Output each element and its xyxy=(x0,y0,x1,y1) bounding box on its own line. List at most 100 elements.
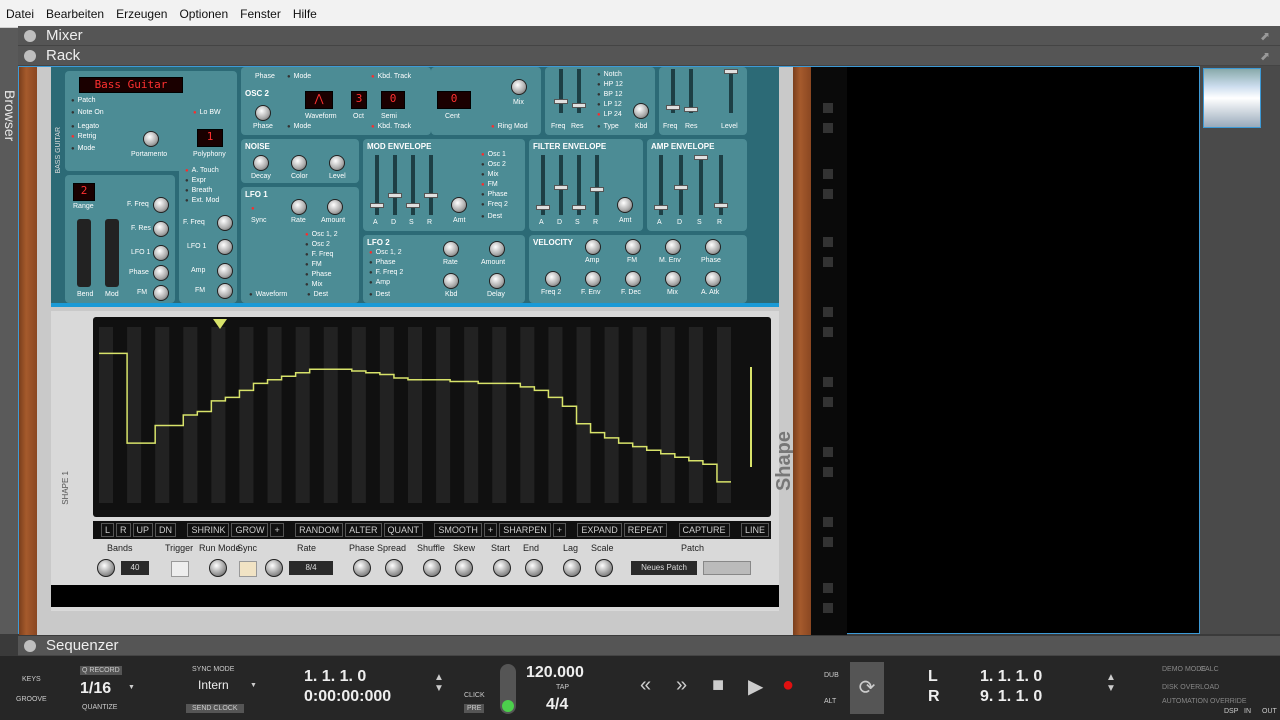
vel-mix-knob[interactable] xyxy=(665,271,681,287)
lfo1-dest-ffreq[interactable]: F. Freq xyxy=(305,251,334,258)
shift-left-button[interactable]: L xyxy=(101,523,115,537)
rack-overview-minimap[interactable] xyxy=(1200,66,1280,634)
grow-button[interactable]: GROW xyxy=(231,523,269,537)
phase-wheel-knob[interactable] xyxy=(153,265,169,281)
trigger-button[interactable] xyxy=(171,561,189,577)
loop-left-position[interactable]: 1. 1. 1. 0 xyxy=(980,668,1042,686)
lfo2-rate-knob[interactable] xyxy=(443,241,459,257)
sync-mode-value[interactable]: Intern xyxy=(198,678,229,692)
ring-mod-toggle[interactable]: Ring Mod xyxy=(491,123,528,130)
capture-button[interactable]: CAPTURE xyxy=(678,523,730,537)
mod-env-s-fader[interactable] xyxy=(406,155,420,215)
at-fm-knob[interactable] xyxy=(217,283,233,299)
portamento-knob[interactable] xyxy=(143,131,159,147)
noise-decay-knob[interactable] xyxy=(253,155,269,171)
rack-toggle-dot[interactable] xyxy=(24,49,36,62)
stop-icon[interactable]: ■ xyxy=(712,674,724,697)
menu-erzeugen[interactable]: Erzeugen xyxy=(110,0,173,28)
play-icon[interactable]: ▶ xyxy=(748,674,763,699)
mod-env-dest-freq2[interactable]: Freq 2 xyxy=(481,201,508,208)
time-signature[interactable]: 4/4 xyxy=(546,696,568,714)
shape-display[interactable] xyxy=(93,317,771,517)
mod-env-d-fader[interactable] xyxy=(388,155,402,215)
patch-browse-buttons[interactable] xyxy=(703,561,751,575)
menu-optionen[interactable]: Optionen xyxy=(173,0,234,28)
osc2-waveform-display[interactable]: ⋀ xyxy=(305,91,333,109)
amp-env-a-fader[interactable] xyxy=(654,155,668,215)
menu-bearbeiten[interactable]: Bearbeiten xyxy=(40,0,110,28)
at-f-freq-knob[interactable] xyxy=(217,215,233,231)
spread-knob[interactable] xyxy=(385,559,403,577)
expand-button[interactable]: EXPAND xyxy=(577,523,622,537)
quantize-dropdown-icon[interactable]: ▼ xyxy=(128,684,135,691)
filter-type-lp24[interactable]: LP 24 xyxy=(597,111,622,118)
lfo1-dest-osc12[interactable]: Osc 1, 2 xyxy=(305,231,338,238)
filter-type-button[interactable]: Type xyxy=(597,123,619,130)
osc2-cent-display[interactable]: 0 xyxy=(437,91,471,109)
noise-level-knob[interactable] xyxy=(329,155,345,171)
fast-forward-icon[interactable]: » xyxy=(676,674,687,697)
osc1-kbd-track[interactable]: Kbd. Track xyxy=(371,73,411,80)
pitch-bend-wheel[interactable] xyxy=(77,219,91,287)
lfo1-dest-phase[interactable]: Phase xyxy=(305,271,332,278)
filter2-freq-fader[interactable] xyxy=(666,69,680,113)
browser-strip[interactable]: Browser xyxy=(0,28,18,634)
random-button[interactable]: RANDOM xyxy=(295,523,344,537)
menu-datei[interactable]: Datei xyxy=(0,0,40,28)
sync-button[interactable] xyxy=(239,561,257,577)
mod-env-dest-osc2[interactable]: Osc 2 xyxy=(481,161,506,168)
filter-type-notch[interactable]: Notch xyxy=(597,71,622,78)
smooth-button[interactable]: SMOOTH xyxy=(434,523,482,537)
legato-option[interactable]: Legato xyxy=(71,123,99,130)
mod-env-dest-osc1[interactable]: Osc 1 xyxy=(481,151,506,158)
vel-freq2-knob[interactable] xyxy=(545,271,561,287)
filter1-res-fader[interactable] xyxy=(572,69,586,113)
rate-knob[interactable] xyxy=(265,559,283,577)
osc2-kbd-track[interactable]: Kbd. Track xyxy=(371,123,411,130)
osc2-semi-display[interactable]: 0 xyxy=(381,91,405,109)
lfo1-dest-osc2[interactable]: Osc 2 xyxy=(305,241,330,248)
a-touch-option[interactable]: A. Touch xyxy=(185,167,219,174)
mod-wheel[interactable] xyxy=(105,219,119,287)
click-level-slider[interactable] xyxy=(500,664,516,714)
run-mode-knob[interactable] xyxy=(209,559,227,577)
sharpen-button[interactable]: SHARPEN xyxy=(499,523,551,537)
amp-env-s-fader[interactable] xyxy=(694,155,708,215)
filter-kbd-knob[interactable] xyxy=(633,103,649,119)
lfo1-amount-knob[interactable] xyxy=(327,199,343,215)
mod-env-dest-phase[interactable]: Phase xyxy=(481,191,508,198)
vel-amp-knob[interactable] xyxy=(585,239,601,255)
grow-plus-button[interactable]: + xyxy=(270,523,284,537)
mod-env-dest-mix[interactable]: Mix xyxy=(481,171,499,178)
amp-env-r-fader[interactable] xyxy=(714,155,728,215)
menu-fenster[interactable]: Fenster xyxy=(234,0,287,28)
sequencer-toggle-dot[interactable] xyxy=(24,639,36,652)
mixer-toggle-dot[interactable] xyxy=(24,29,36,42)
rewind-icon[interactable]: « xyxy=(640,674,651,697)
osc2-phase-knob[interactable] xyxy=(255,105,271,121)
lfo1-dest-fm[interactable]: FM xyxy=(305,261,322,268)
f-freq-wheel-knob[interactable] xyxy=(153,197,169,213)
loop-right-position[interactable]: 9. 1. 1. 0 xyxy=(980,688,1042,706)
noise-color-knob[interactable] xyxy=(291,155,307,171)
mod-env-dest-button[interactable]: Dest xyxy=(481,213,502,220)
filter-env-s-fader[interactable] xyxy=(572,155,586,215)
scale-knob[interactable] xyxy=(595,559,613,577)
song-time[interactable]: 0:00:00:000 xyxy=(304,688,391,706)
click-button[interactable]: CLICK xyxy=(464,692,485,699)
shift-up-button[interactable]: UP xyxy=(132,523,154,537)
patch-name-display[interactable]: Neues Patch xyxy=(631,561,697,575)
minimap-viewport[interactable] xyxy=(1203,68,1261,128)
osc2-mode-button[interactable]: Mode xyxy=(287,123,312,130)
repeat-button[interactable]: REPEAT xyxy=(623,523,668,537)
mod-env-dest-fm[interactable]: FM xyxy=(481,181,498,188)
level-fader[interactable] xyxy=(724,69,738,113)
vel-fm-knob[interactable] xyxy=(625,239,641,255)
mix-knob[interactable] xyxy=(511,79,527,95)
lfo2-dest-button[interactable]: Dest xyxy=(369,291,390,298)
lfo1-waveform-button[interactable]: Waveform xyxy=(249,291,288,298)
sync-dropdown-icon[interactable]: ▼ xyxy=(250,682,257,689)
expr-option[interactable]: Expr xyxy=(185,177,206,184)
song-position[interactable]: 1. 1. 1. 0 xyxy=(304,668,366,686)
at-lfo1-knob[interactable] xyxy=(217,239,233,255)
